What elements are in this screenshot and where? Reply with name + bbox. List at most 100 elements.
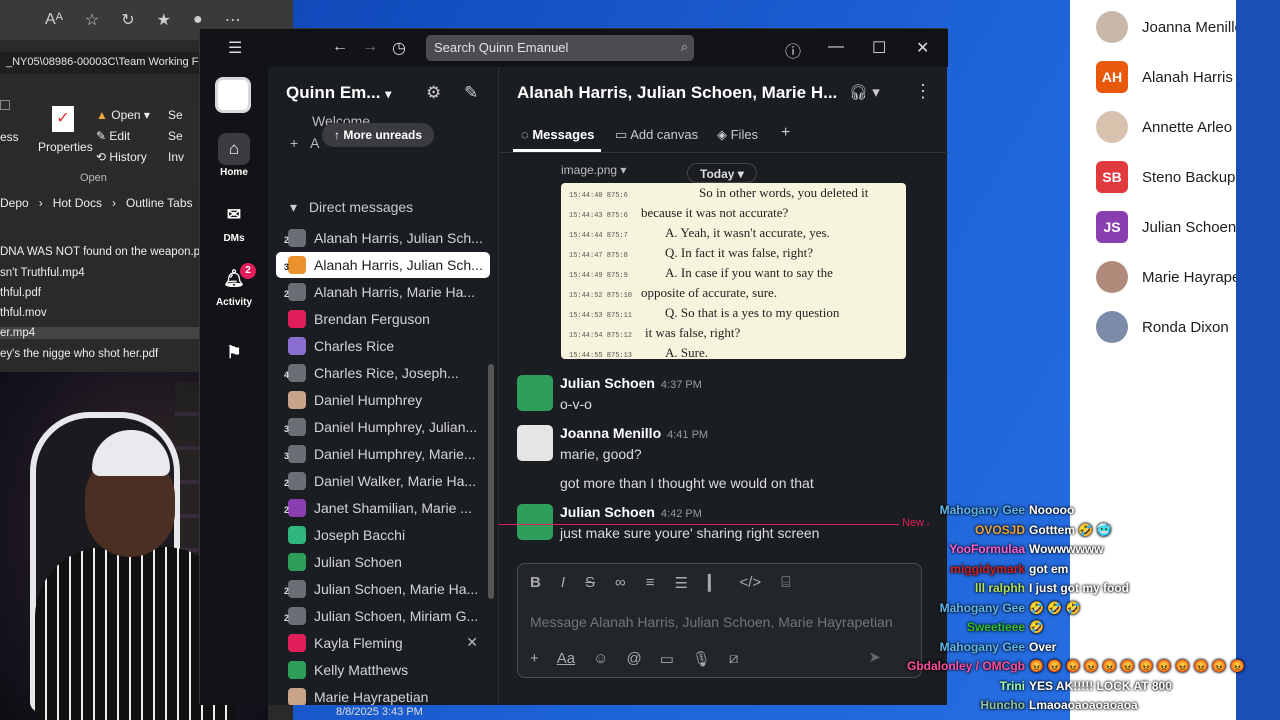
maximize-icon[interactable]: ☐: [872, 38, 886, 58]
file-item[interactable]: DNA WAS NOT found on the weapon.p: [0, 246, 200, 258]
forward-icon[interactable]: →: [362, 38, 378, 56]
rail-home[interactable]: ⌂ Home: [200, 133, 268, 178]
slash-icon[interactable]: ⧄: [729, 650, 739, 668]
chat-username[interactable]: Trini: [1000, 679, 1025, 693]
file-item[interactable]: thful.mov: [0, 307, 47, 319]
workspace-name[interactable]: Quinn Em... ▾: [286, 83, 391, 103]
chat-username[interactable]: Gbdalonley / OMCgb: [907, 659, 1025, 673]
kebab-menu-icon[interactable]: ⋮: [914, 81, 932, 102]
chat-username[interactable]: Mahogany Gee: [940, 503, 1025, 517]
image-label[interactable]: image.png ▾: [561, 163, 626, 177]
dm-item[interactable]: Kayla Fleming ✕: [276, 630, 490, 656]
menu-icon[interactable]: ☰: [228, 38, 242, 58]
dm-item[interactable]: Julian Schoen: [276, 549, 490, 575]
select-button[interactable]: Se: [168, 108, 183, 122]
history-button[interactable]: ⟲ History: [96, 150, 147, 164]
member-item[interactable]: AH Alanah Harris: [1096, 61, 1256, 95]
bullet-list-icon[interactable]: ☰: [675, 574, 688, 592]
message-time[interactable]: 4:37 PM: [661, 379, 702, 391]
message-author[interactable]: Julian Schoen 4:42 PM: [560, 504, 702, 520]
add-tab-icon[interactable]: +: [781, 124, 790, 142]
search-input[interactable]: Search Quinn Emanuel ⌕: [426, 35, 694, 61]
chat-username[interactable]: Mahogany Gee: [940, 601, 1025, 615]
chat-username[interactable]: lll ralphh: [975, 581, 1025, 595]
dm-item[interactable]: Daniel Humphrey: [276, 387, 490, 413]
dm-item[interactable]: 2 Alanah Harris, Marie Ha...: [276, 279, 490, 305]
message-author[interactable]: Joanna Menillo 4:41 PM: [560, 425, 708, 441]
dm-item[interactable]: 2 Janet Shamilian, Marie ...: [276, 495, 490, 521]
member-item[interactable]: SB Steno Backup: [1096, 161, 1256, 195]
workspace-logo[interactable]: [215, 77, 251, 113]
transcript-image[interactable]: 15:44:40 875:6 So in other words, you del…: [561, 183, 906, 360]
invert-selection-button[interactable]: Inv: [168, 150, 184, 164]
crumb-outline-tabs[interactable]: Outline Tabs: [126, 196, 193, 216]
message-author[interactable]: Julian Schoen 4:37 PM: [560, 375, 702, 391]
gear-icon[interactable]: ⚙: [426, 83, 441, 103]
chat-username[interactable]: YooFormulaa: [949, 542, 1025, 556]
huddle-icon[interactable]: 🎧︎ ▾: [849, 83, 880, 101]
compose-icon[interactable]: ✎: [464, 83, 478, 103]
help-icon[interactable]: ⓘ: [785, 38, 801, 62]
read-aloud-icon[interactable]: Aᴬ: [45, 11, 63, 29]
member-item[interactable]: Ronda Dixon: [1096, 311, 1256, 345]
chat-username[interactable]: miggidymark: [950, 562, 1025, 576]
dm-item[interactable]: Charles Rice: [276, 333, 490, 359]
code-block-icon[interactable]: ⌸: [781, 574, 790, 592]
sidebar-scrollbar[interactable]: [488, 364, 494, 599]
dm-item[interactable]: 2 Alanah Harris, Julian Sch...: [276, 225, 490, 251]
video-icon[interactable]: ▭: [660, 650, 674, 668]
microphone-icon[interactable]: 🎙︎: [692, 650, 711, 668]
rail-activity[interactable]: 🔔︎ 2 Activity: [200, 263, 268, 308]
link-icon[interactable]: ∞: [615, 574, 626, 592]
channel-title[interactable]: Alanah Harris, Julian Schoen, Marie H...: [517, 83, 837, 103]
favorite-icon[interactable]: ☆: [85, 10, 99, 30]
dm-item[interactable]: 3 Alanah Harris, Julian Sch...: [276, 252, 490, 278]
chat-username[interactable]: Sweetieee: [967, 620, 1025, 634]
add-item[interactable]: + A: [290, 135, 319, 151]
date-divider[interactable]: Today ▾: [687, 163, 757, 183]
formatting-icon[interactable]: Aa: [557, 650, 575, 668]
avatar[interactable]: [517, 425, 553, 461]
bold-icon[interactable]: B: [530, 574, 541, 592]
tab-messages[interactable]: ◌ Messages: [521, 127, 595, 142]
tab-files[interactable]: ◈ Files: [717, 127, 758, 143]
dm-item[interactable]: Joseph Bacchi: [276, 522, 490, 548]
dm-item[interactable]: 3 Daniel Humphrey, Marie...: [276, 441, 490, 467]
dm-item[interactable]: Marie Hayrapetian: [276, 684, 490, 705]
message-time[interactable]: 4:42 PM: [661, 508, 702, 520]
file-item[interactable]: thful.pdf: [0, 287, 41, 299]
select-none-button[interactable]: Se: [168, 129, 183, 143]
dm-section-header[interactable]: ▾ Direct messages: [290, 199, 413, 216]
file-item[interactable]: sn't Truthful.mp4: [0, 267, 85, 279]
dm-item[interactable]: 3 Daniel Humphrey, Julian...: [276, 414, 490, 440]
rail-dms[interactable]: ✉ DMs: [200, 199, 268, 244]
mention-icon[interactable]: @: [626, 650, 641, 668]
send-icon[interactable]: ➤: [868, 648, 881, 666]
open-button[interactable]: ▲ Open ▾: [96, 108, 150, 122]
avatar[interactable]: [517, 375, 553, 411]
tab-add-canvas[interactable]: ▭ Add canvas: [615, 127, 698, 143]
profile-icon[interactable]: ●: [193, 11, 203, 29]
properties-button[interactable]: Properties: [38, 140, 93, 154]
member-item[interactable]: JS Julian Schoen: [1096, 211, 1256, 245]
back-icon[interactable]: ←: [332, 38, 348, 56]
dm-item[interactable]: 2 Daniel Walker, Marie Ha...: [276, 468, 490, 494]
member-item[interactable]: Annette Arleo: [1096, 111, 1256, 145]
code-icon[interactable]: </>: [740, 574, 762, 592]
dm-item[interactable]: Kelly Matthews: [276, 657, 490, 683]
new-icon[interactable]: [0, 100, 10, 110]
italic-icon[interactable]: I: [561, 574, 565, 592]
history-icon[interactable]: ◷: [392, 38, 406, 58]
favorites-icon[interactable]: ★: [157, 10, 171, 30]
member-item[interactable]: Marie Hayrapetian: [1096, 261, 1256, 295]
edit-button[interactable]: ✎ Edit: [96, 129, 130, 143]
refresh-icon[interactable]: ↻: [121, 10, 134, 30]
message-time[interactable]: 4:41 PM: [667, 429, 708, 441]
more-icon[interactable]: ⋯: [225, 10, 241, 30]
close-icon[interactable]: ✕: [466, 634, 478, 651]
dm-item[interactable]: 2 Julian Schoen, Marie Ha...: [276, 576, 490, 602]
properties-icon[interactable]: ✓: [52, 106, 74, 132]
minimize-icon[interactable]: —: [828, 38, 844, 56]
crumb-depo[interactable]: Depo: [0, 196, 29, 216]
chat-username[interactable]: Huncho: [980, 698, 1025, 712]
